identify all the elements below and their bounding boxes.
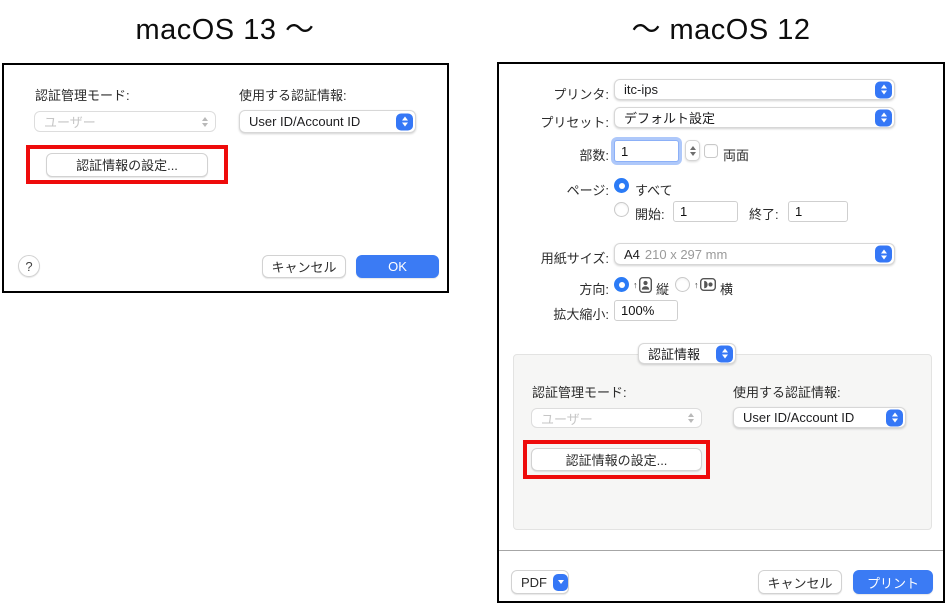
paper-size-label: 用紙サイズ: [499, 248, 609, 267]
paper-size-select[interactable]: A4 210 x 297 mm [614, 243, 895, 265]
chevron-up-down-icon [202, 117, 208, 127]
print-dialog-macos12: プリンタ: itc-ips プリセット: デフォルト設定 部数: 両面 ページ:… [497, 62, 945, 603]
landscape-orientation-icon [700, 278, 716, 296]
pages-from-label: 開始: [635, 204, 665, 223]
annotation-red-box: 認証情報の設定... [523, 440, 710, 479]
chevron-up-down-icon [875, 109, 892, 126]
portrait-label: 縦 [656, 279, 669, 298]
cancel-button[interactable]: キャンセル [758, 570, 842, 594]
scale-label: 拡大縮小: [499, 304, 609, 323]
credential-settings-button[interactable]: 認証情報の設定... [531, 448, 702, 471]
auth-mode-select: ユーザー [531, 408, 702, 428]
pages-all-label: すべて [635, 180, 673, 199]
two-sided-label: 両面 [723, 145, 749, 164]
chevron-up-down-icon [875, 81, 892, 98]
credential-select-value: User ID/Account ID [249, 114, 360, 129]
pages-to-input[interactable] [788, 201, 848, 222]
cancel-button[interactable]: キャンセル [262, 255, 346, 278]
pages-all-radio[interactable] [614, 178, 629, 193]
preset-label: プリセット: [499, 112, 609, 131]
printer-select[interactable]: itc-ips [614, 79, 895, 100]
auth-mode-label: 認証管理モード: [35, 85, 130, 104]
print-button[interactable]: プリント [853, 570, 933, 594]
printer-label: プリンタ: [499, 84, 609, 103]
landscape-radio[interactable] [675, 277, 690, 292]
chevron-up-down-icon [886, 409, 903, 426]
pane-selector-value: 認証情報 [648, 344, 700, 363]
ok-button[interactable]: OK [356, 255, 439, 278]
chevron-up-down-icon [716, 345, 733, 362]
auth-mode-select-value: ユーザー [44, 112, 96, 131]
portrait-arrow-icon: ↑ [633, 280, 638, 290]
chevron-up-down-icon [396, 113, 413, 130]
chevron-down-icon [553, 574, 568, 591]
landscape-label: 横 [720, 279, 733, 298]
pdf-menu-label: PDF [521, 575, 547, 590]
two-sided-checkbox[interactable] [704, 144, 718, 158]
paper-size-dimensions: 210 x 297 mm [645, 247, 727, 262]
preset-select-value: デフォルト設定 [624, 108, 715, 127]
orientation-label: 方向: [499, 279, 609, 298]
chevron-up-down-icon [688, 413, 694, 423]
paper-size-select-value: A4 [624, 247, 640, 262]
credential-label: 使用する認証情報: [733, 382, 841, 401]
caption-macos13: macOS 13 ～ [0, 6, 450, 48]
caption-macos12: ～ macOS 12 [497, 6, 945, 48]
pdf-menu-button[interactable]: PDF [511, 570, 569, 594]
copies-input[interactable] [614, 140, 679, 162]
auth-dialog-macos13: 認証管理モード: ユーザー 使用する認証情報: User ID/Account … [2, 63, 449, 293]
credential-settings-button[interactable]: 認証情報の設定... [46, 153, 208, 177]
pane-selector[interactable]: 認証情報 [638, 343, 736, 364]
auth-mode-label: 認証管理モード: [532, 382, 627, 401]
annotation-red-box: 認証情報の設定... [26, 145, 228, 184]
scale-input[interactable] [614, 300, 678, 321]
pages-range-radio[interactable] [614, 202, 629, 217]
copies-stepper[interactable] [685, 140, 700, 161]
credential-label: 使用する認証情報: [239, 85, 347, 104]
credential-select[interactable]: User ID/Account ID [239, 110, 416, 133]
pages-from-input[interactable] [673, 201, 738, 222]
printer-select-value: itc-ips [624, 82, 658, 97]
portrait-radio[interactable] [614, 277, 629, 292]
chevron-up-down-icon [875, 246, 892, 263]
landscape-arrow-icon: ↑ [694, 280, 699, 290]
pages-to-label: 終了: [749, 204, 779, 223]
auth-mode-select: ユーザー [34, 111, 216, 132]
pages-label: ページ: [499, 180, 609, 199]
credential-select-value: User ID/Account ID [743, 410, 854, 425]
preset-select[interactable]: デフォルト設定 [614, 107, 895, 128]
footer-divider [499, 550, 943, 551]
auth-mode-select-value: ユーザー [541, 409, 593, 428]
portrait-orientation-icon [639, 277, 652, 298]
auth-section-panel: 認証管理モード: 使用する認証情報: ユーザー User ID/Account … [513, 354, 932, 530]
copies-label: 部数: [499, 145, 609, 164]
screenshot-canvas: macOS 13 ～ ～ macOS 12 認証管理モード: ユーザー 使用する… [0, 0, 947, 605]
credential-select[interactable]: User ID/Account ID [733, 407, 906, 428]
help-button[interactable]: ? [18, 255, 40, 277]
